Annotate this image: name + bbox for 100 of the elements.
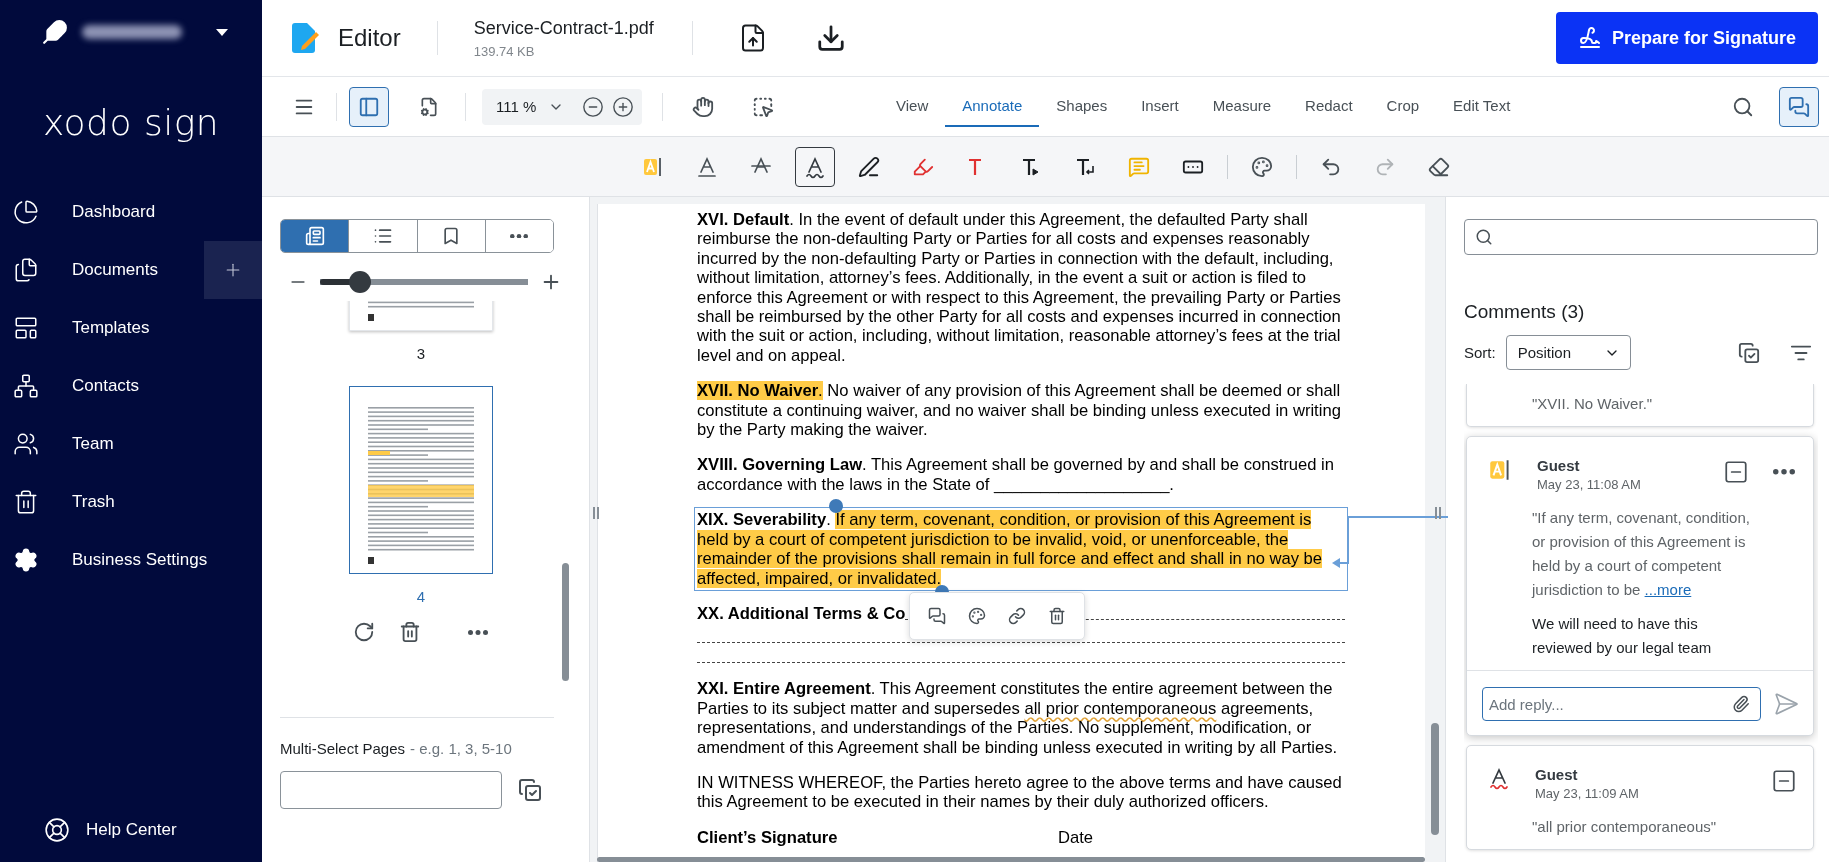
pie-chart-icon [13,199,39,225]
selection-handle[interactable] [829,499,844,514]
toolbar-tab[interactable]: Edit Text [1436,86,1528,127]
comment-quote: "If any term, covenant, condition, or provision of this Agreement is held by a court of competent jurisdiction to be ...more [1532,508,1751,600]
horizontal-scrollbar[interactable] [597,857,1425,862]
page-range-input[interactable] [280,771,502,809]
palette-icon [1250,155,1273,178]
document-paragraph: IN WITNESS WHEREOF, the Parties hereto agree to the above terms and have caused this Agreement to be executed in their names by their duly authorized officers. [697,772,1343,812]
documents-icon [13,257,39,283]
help-center-label: Help Center [86,820,177,840]
signature-label: Client’s Signature [697,827,838,847]
nav-item[interactable]: Templates [0,299,262,357]
paperclip-icon[interactable] [1732,695,1750,713]
lifebuoy-icon [44,817,70,843]
document-paragraph: XVI. Default. In the event of default under this Agreement, the defaulted Party shall reimburse the non-defaulting Party or Parties for all costs and expenses reasonably incurred by the non-defaulting Party or Parties in connection with the default, including, without limitation, attorney’s fees. Additionally, in the event a suit or action is filed to enforce this Agreement or with respect to this Agreement, the prevailing Party or Parties shall be reimbursed by the other Party for all costs and expenses incurred in connection with the suit or action, including, without limitation, reasonable attorney’s fees at the trial level and on appeal. [697,210,1342,366]
multi-select-hint: - e.g. 1, 3, 5-10 [410,740,512,757]
slider-thumb[interactable] [348,271,371,293]
toolbar-tab[interactable]: Redact [1288,86,1370,127]
comments-title: Comments (3) [1464,301,1586,323]
comment-text: We will need to have this reviewed by our legal team [1532,614,1713,658]
comment-card[interactable]: Guest May 23, 11:09 AM "all prior contemporaneous" [1466,745,1814,850]
multi-select-icon [1738,341,1760,364]
comments-toggle[interactable] [1779,86,1819,127]
toolbar-tab[interactable]: Crop [1369,86,1437,127]
prepare-for-signature-button[interactable]: Prepare for Signature [1555,12,1818,64]
comments-icon [1788,95,1810,118]
nav-item[interactable]: Documents [0,241,262,299]
nav-label: Trash [72,492,116,512]
pen-icon [857,155,880,178]
date-label: Date [1058,827,1094,847]
comment-icon [1127,155,1150,178]
toolbar-tab[interactable]: Shapes [1039,86,1125,127]
page-number: 4 [416,588,426,605]
contacts-icon [13,373,39,399]
app-logo: xodo sign [41,102,221,143]
more-icon [1773,469,1795,475]
delete-icon [1048,606,1066,625]
comment-icon [928,606,946,625]
zoom-in-icon[interactable] [612,95,634,118]
select-pages-icon[interactable] [518,778,542,802]
document-paragraph: XXI. Entire Agreement. This Agreement constitutes the entire agreement between the Parties to its subject matter and supersedes all prior contemporaneous agreements, representations, and understandings of the Parties. No supplement, modification, or amendment of this Agreement shall be binding unless executed in writing by all Parties. [697,679,1339,757]
section-heading: XX. Additional Terms & Co [697,603,906,624]
zoom-out-icon[interactable] [582,95,604,118]
resize-handle-icon[interactable] [1435,507,1441,519]
eraser-icon [1427,155,1450,178]
nav-label: Contacts [72,376,141,396]
file-name: Service-Contract-1.pdf [473,17,654,39]
sidebar-toggle[interactable] [349,86,389,127]
search-icon [1475,228,1493,246]
nav-label: Business Settings [72,550,209,570]
nav-item[interactable]: Business Settings [0,531,262,589]
rotate-icon [353,621,375,643]
nav-item[interactable]: Trash [0,473,262,531]
toolbar-tab[interactable]: Measure [1195,86,1289,127]
zoom-level[interactable]: 111 % [496,98,540,115]
toolbar-tab[interactable]: Annotate [945,86,1040,127]
minus-square-icon [1771,768,1797,794]
help-center-link[interactable]: Help Center [0,798,262,862]
delete-icon [399,621,421,643]
page-number: 3 [416,345,426,362]
comment-card[interactable]: "XVII. No Waiver." [1466,384,1814,427]
comment-card[interactable] [1466,436,1814,736]
app-title: Editor [338,24,401,52]
multi-select-label: Multi-Select Pages [280,740,406,757]
editor-logo-icon [290,22,320,54]
settings-icon [13,547,39,573]
file-size: 139.74 KB [473,43,536,59]
more-icon [510,233,529,239]
squiggly-tool[interactable] [794,146,835,187]
palette-icon [968,606,986,625]
panel-icon [358,95,380,118]
toolbar-tab[interactable]: View [879,86,946,127]
comment-author: Guest [1537,457,1581,474]
nav-item[interactable]: Dashboard [0,183,262,241]
page-thumbnail[interactable] [349,386,493,574]
more-link[interactable]: ...more [1644,581,1692,598]
nav-item[interactable]: Team [0,415,262,473]
nav-label: Team [72,434,115,454]
select-area-icon [752,95,774,118]
document-paragraph: XVII. No Waiver. No waiver of any provision of this Agreement shall be deemed or shall constitute a continuing waiver, and no waiver shall be binding unless executed in writing by the Party making the waiver. [697,381,1342,440]
team-icon [13,431,39,457]
comment-date: May 23, 11:09 AM [1535,786,1640,801]
scrollbar-thumb[interactable] [562,563,569,681]
toolbar-tab[interactable]: Insert [1124,86,1196,127]
scrollbar-thumb[interactable] [1431,723,1439,835]
reply-field[interactable]: Add reply... [1482,687,1761,721]
nav-item[interactable]: Contacts [0,357,262,415]
download-icon [815,23,846,53]
search-field[interactable] [1464,219,1818,255]
comment-quote: "XVII. No Waiver." [1532,394,1654,414]
file-settings-icon [419,96,439,117]
thumbnails-tab[interactable] [281,220,349,252]
nav-label: Documents [72,260,159,280]
sort-label: Sort: [1464,344,1496,361]
squiggly-underline-icon [1487,766,1511,790]
more-icon [468,629,488,635]
caret-icon[interactable] [216,28,228,36]
send-icon[interactable] [1773,691,1799,717]
sort-select[interactable]: Position [1505,335,1631,370]
trash-icon [13,489,39,515]
